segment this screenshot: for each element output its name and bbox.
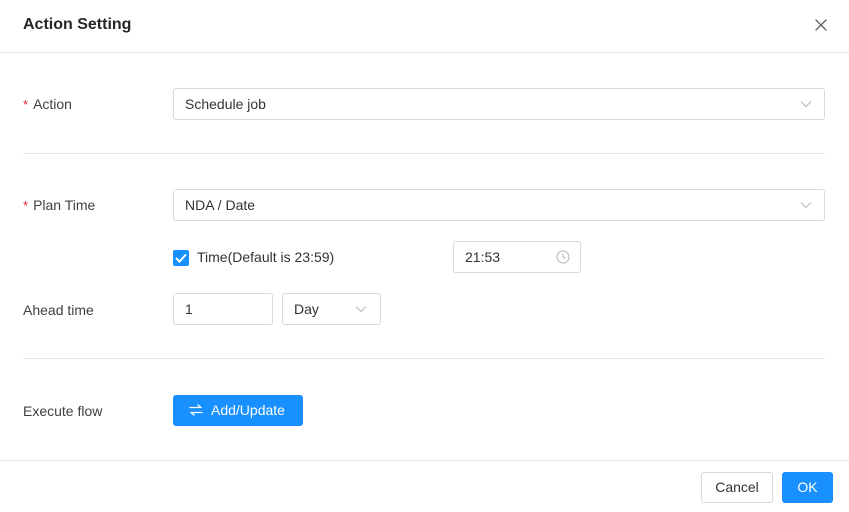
ahead-time-amount-input[interactable]: 1	[173, 293, 273, 325]
ahead-time-unit-select[interactable]: Day	[282, 293, 381, 325]
time-checkbox[interactable]	[173, 250, 189, 266]
action-setting-dialog: Action Setting * Action Schedule job * Pla…	[0, 0, 849, 512]
time-picker-value: 21:53	[465, 249, 501, 265]
close-icon	[815, 19, 827, 31]
action-label-row: * Action	[23, 96, 72, 112]
swap-icon	[189, 404, 203, 416]
dialog-title: Action Setting	[23, 16, 132, 33]
execute-flow-label: Execute flow	[23, 403, 103, 419]
action-select[interactable]: Schedule job	[173, 88, 825, 120]
checkmark-icon	[175, 253, 187, 263]
ahead-time-amount-value: 1	[185, 301, 193, 317]
clock-icon	[556, 250, 570, 264]
required-mark: *	[23, 198, 29, 213]
plan-time-select-value: NDA / Date	[185, 197, 256, 213]
add-update-button[interactable]: Add/Update	[173, 395, 303, 426]
action-select-value: Schedule job	[185, 96, 266, 112]
ok-button[interactable]: OK	[782, 472, 833, 503]
divider	[23, 153, 825, 154]
plan-time-select[interactable]: NDA / Date	[173, 189, 825, 221]
close-button[interactable]	[813, 17, 829, 33]
action-label: Action	[33, 96, 72, 112]
chevron-down-icon	[800, 202, 812, 209]
plan-time-label-row: * Plan Time	[23, 197, 95, 213]
ahead-time-unit-value: Day	[294, 301, 319, 317]
chevron-down-icon	[355, 306, 367, 313]
dialog-header: Action Setting	[0, 0, 849, 53]
cancel-button[interactable]: Cancel	[701, 472, 773, 503]
required-mark: *	[23, 97, 29, 112]
dialog-footer: Cancel OK	[0, 460, 849, 512]
plan-time-label: Plan Time	[33, 197, 96, 213]
time-picker[interactable]: 21:53	[453, 241, 581, 273]
chevron-down-icon	[800, 101, 812, 108]
time-checkbox-label[interactable]: Time(Default is 23:59)	[197, 249, 334, 265]
add-update-button-label: Add/Update	[211, 402, 285, 418]
divider	[23, 358, 825, 359]
ahead-time-label: Ahead time	[23, 302, 94, 318]
